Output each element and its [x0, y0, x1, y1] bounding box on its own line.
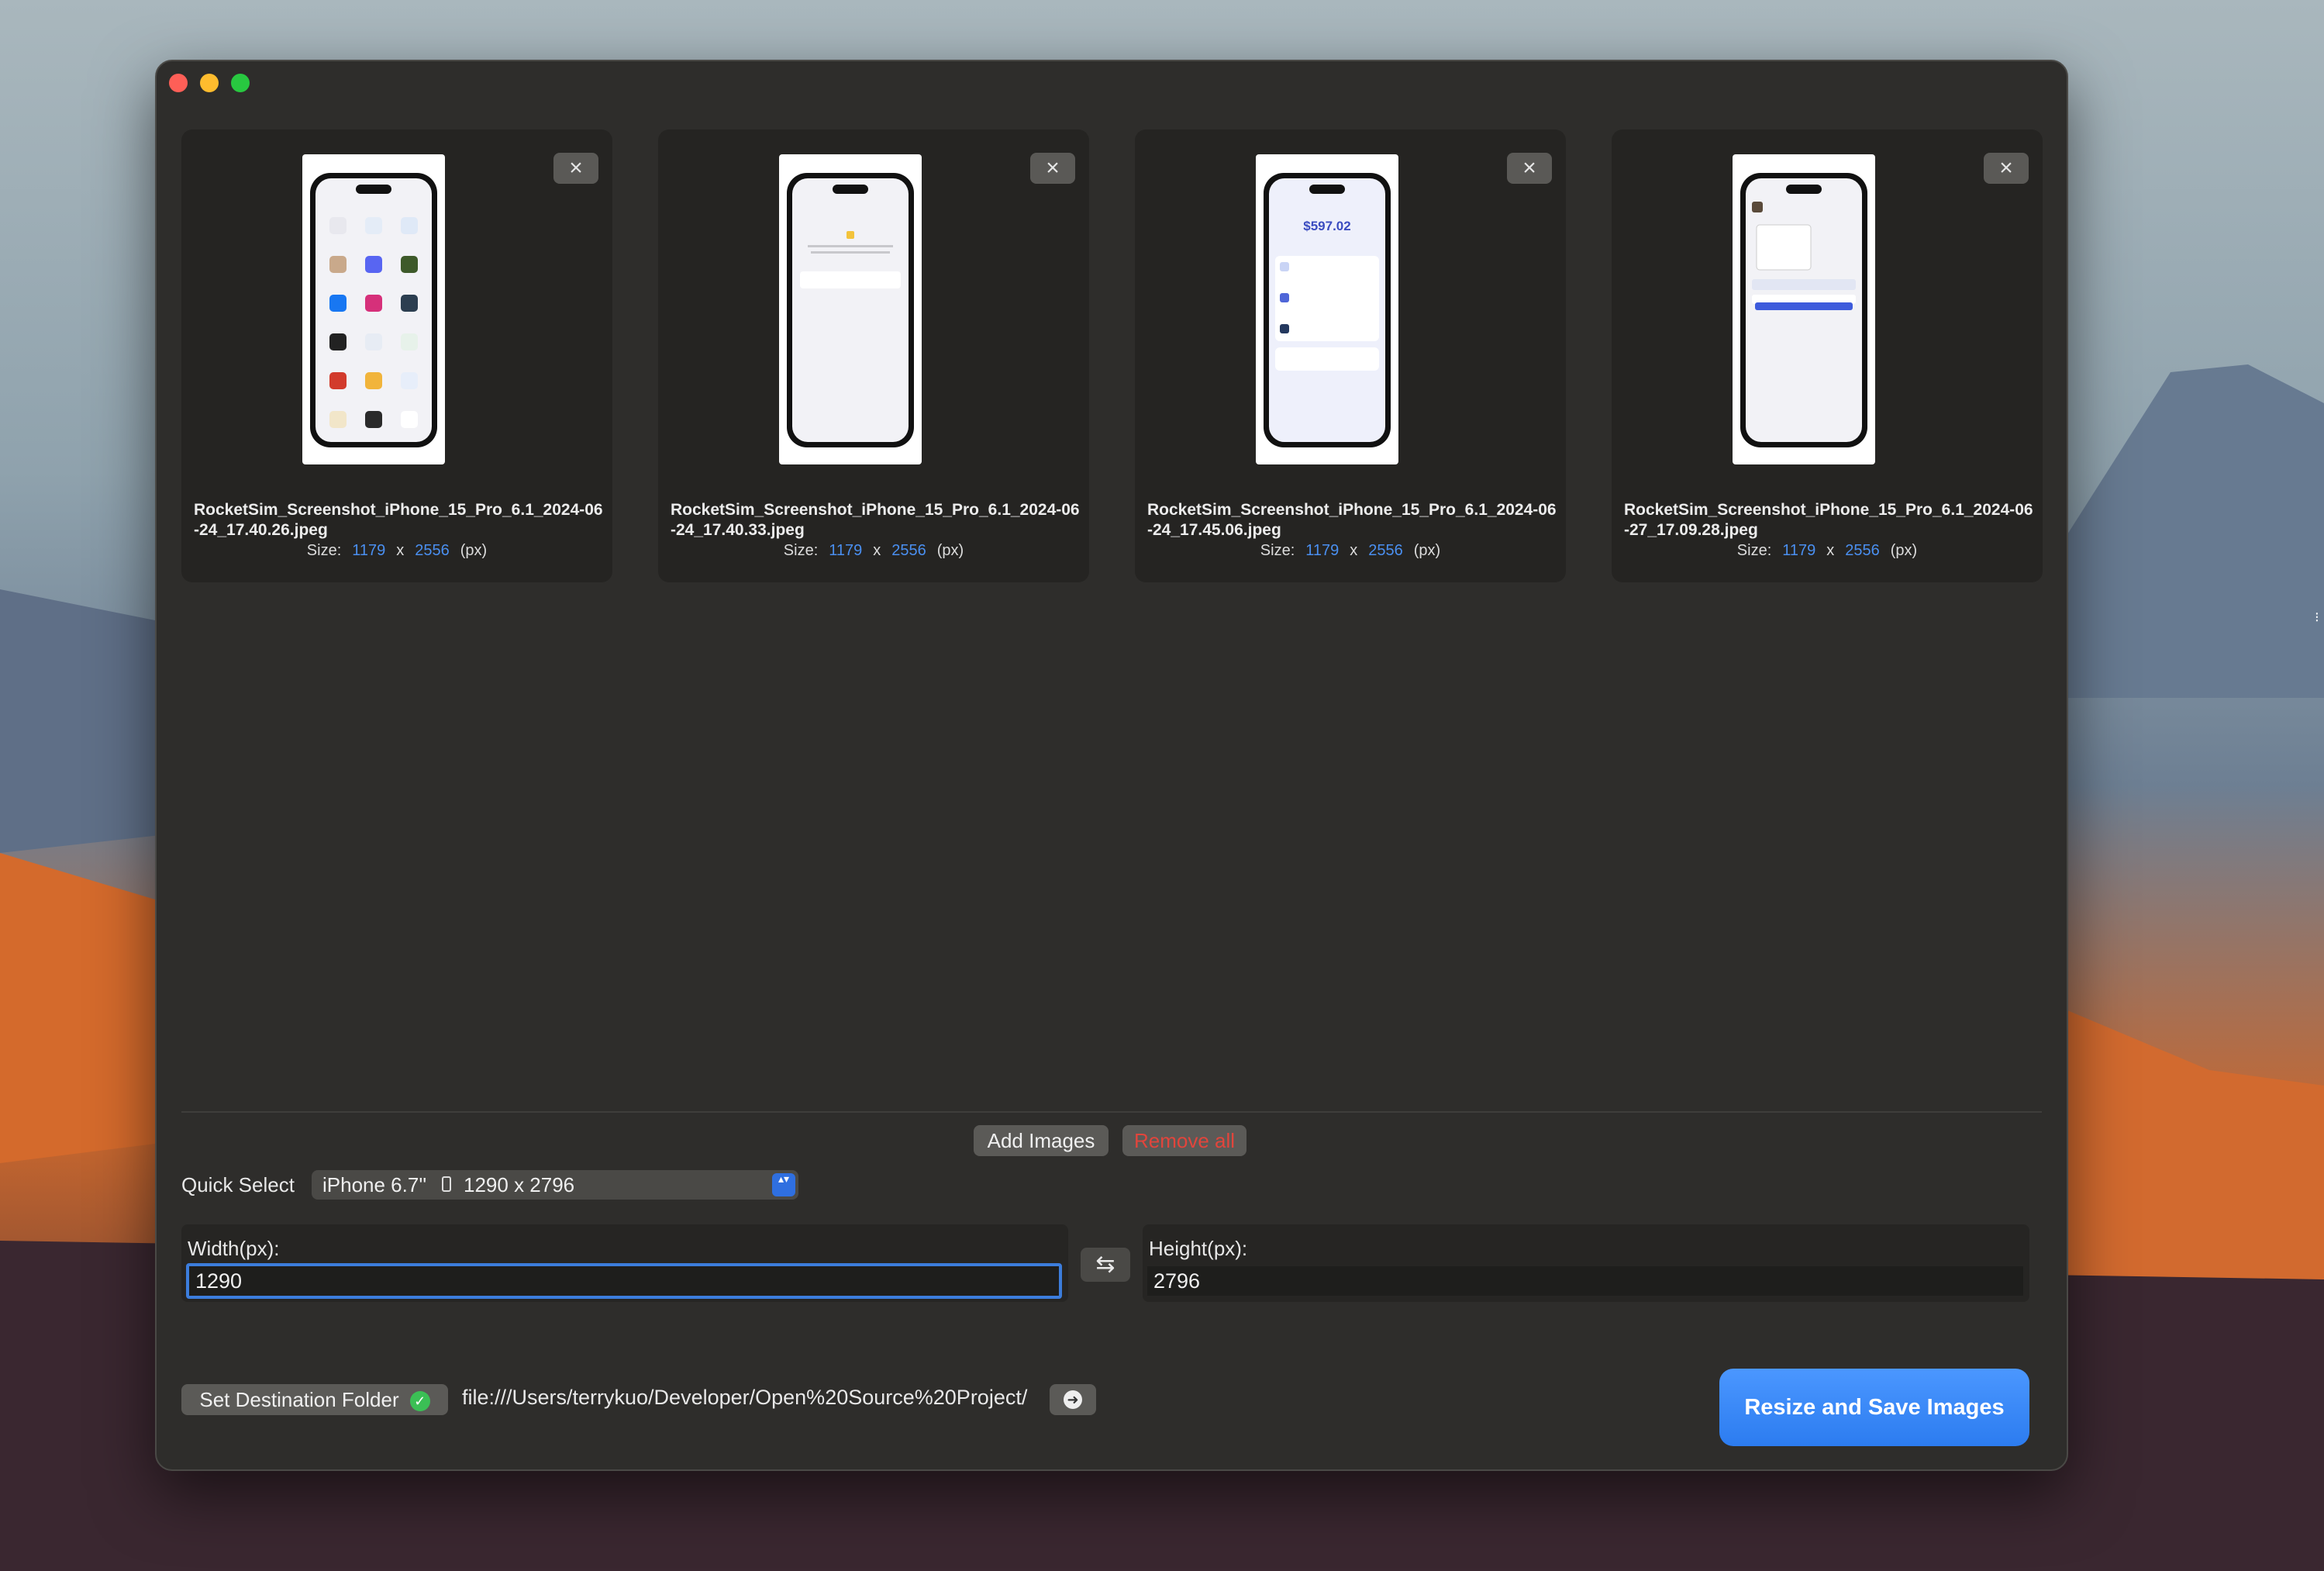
- remove-all-button[interactable]: Remove all: [1122, 1125, 1246, 1156]
- remove-image-button[interactable]: ×: [1507, 153, 1552, 184]
- app-window: × RocketSim_Screenshot_iPhone_15_Pro_6.1…: [155, 60, 2068, 1471]
- image-thumbnail: [1733, 154, 1875, 464]
- image-thumbnail: [302, 154, 445, 464]
- size-label: Size:: [783, 542, 819, 559]
- arrow-right-icon: ➜: [1064, 1390, 1082, 1409]
- swap-dimensions-button[interactable]: ⇆: [1081, 1248, 1130, 1282]
- set-destination-button[interactable]: Set Destination Folder ✓: [181, 1384, 448, 1415]
- image-size: Size: 1179 x 2556 (px): [1135, 542, 1566, 560]
- quick-select-size: 1290 x 2796: [464, 1173, 575, 1196]
- destination-path: file:///Users/terrykuo/Developer/Open%20…: [462, 1386, 1028, 1409]
- minimize-window-button[interactable]: [200, 74, 219, 92]
- size-width: 1179: [829, 542, 863, 559]
- size-height: 2556: [1368, 542, 1403, 559]
- image-card: × RocketSim_Screenshot_iPhone_15_Pro_6.1…: [181, 129, 612, 582]
- size-height: 2556: [891, 542, 926, 559]
- image-filename: RocketSim_Screenshot_iPhone_15_Pro_6.1_2…: [194, 501, 603, 539]
- image-filename: RocketSim_Screenshot_iPhone_15_Pro_6.1_2…: [671, 501, 1080, 539]
- remove-image-button[interactable]: ×: [1984, 153, 2029, 184]
- set-destination-label: Set Destination Folder: [199, 1388, 399, 1411]
- size-width: 1179: [1305, 542, 1340, 559]
- size-unit: (px): [1890, 542, 1918, 559]
- phone-icon: [442, 1176, 451, 1192]
- size-unit: (px): [936, 542, 964, 559]
- width-label: Width(px):: [188, 1237, 280, 1260]
- quick-select-label: Quick Select: [181, 1173, 295, 1196]
- size-sep: x: [873, 542, 881, 559]
- edge-glyph: ⁝: [2315, 609, 2319, 625]
- image-size: Size: 1179 x 2556 (px): [181, 542, 612, 560]
- size-height: 2556: [415, 542, 450, 559]
- image-card: × RocketSim_Screenshot_iPhone_15_Pro_6.1…: [658, 129, 1089, 582]
- chevron-updown-icon: ▴▾: [772, 1173, 795, 1196]
- zoom-window-button[interactable]: [231, 74, 250, 92]
- traffic-lights: [169, 74, 250, 92]
- image-filename: RocketSim_Screenshot_iPhone_15_Pro_6.1_2…: [1147, 501, 1557, 539]
- size-unit: (px): [1413, 542, 1441, 559]
- size-label: Size:: [1736, 542, 1772, 559]
- size-sep: x: [1350, 542, 1358, 559]
- size-label: Size:: [1260, 542, 1295, 559]
- size-sep: x: [1826, 542, 1835, 559]
- size-label: Size:: [306, 542, 342, 559]
- size-height: 2556: [1845, 542, 1880, 559]
- height-field-group: Height(px): 2796: [1143, 1224, 2029, 1302]
- close-window-button[interactable]: [169, 74, 188, 92]
- size-width: 1179: [352, 542, 386, 559]
- height-input[interactable]: 2796: [1147, 1266, 2023, 1296]
- open-folder-button[interactable]: ➜: [1050, 1384, 1096, 1415]
- quick-select-device: iPhone 6.7'': [322, 1173, 427, 1196]
- quick-select-dropdown[interactable]: iPhone 6.7'' 1290 x 2796 ▴▾: [312, 1170, 798, 1200]
- image-card: × RocketSim_Screenshot_iPhone_15_Pro_6.1…: [1612, 129, 2043, 582]
- divider: [181, 1111, 2042, 1113]
- width-input[interactable]: 1290: [186, 1263, 1062, 1299]
- add-images-button[interactable]: Add Images: [974, 1125, 1109, 1156]
- size-sep: x: [396, 542, 405, 559]
- image-card: $597.02 × RocketSim_Screenshot_iPhone_15…: [1135, 129, 1566, 582]
- image-thumbnail: [779, 154, 922, 464]
- image-filename: RocketSim_Screenshot_iPhone_15_Pro_6.1_2…: [1624, 501, 2033, 539]
- remove-image-button[interactable]: ×: [1030, 153, 1075, 184]
- height-label: Height(px):: [1149, 1237, 1248, 1260]
- image-size: Size: 1179 x 2556 (px): [1612, 542, 2043, 560]
- check-icon: ✓: [409, 1391, 430, 1412]
- image-thumbnail: $597.02: [1256, 154, 1398, 464]
- width-field-group: Width(px): 1290: [181, 1224, 1068, 1302]
- size-unit: (px): [460, 542, 488, 559]
- size-width: 1179: [1782, 542, 1816, 559]
- resize-save-button[interactable]: Resize and Save Images: [1719, 1369, 2029, 1446]
- image-grid: × RocketSim_Screenshot_iPhone_15_Pro_6.1…: [181, 129, 2043, 582]
- remove-image-button[interactable]: ×: [553, 153, 598, 184]
- image-size: Size: 1179 x 2556 (px): [658, 542, 1089, 560]
